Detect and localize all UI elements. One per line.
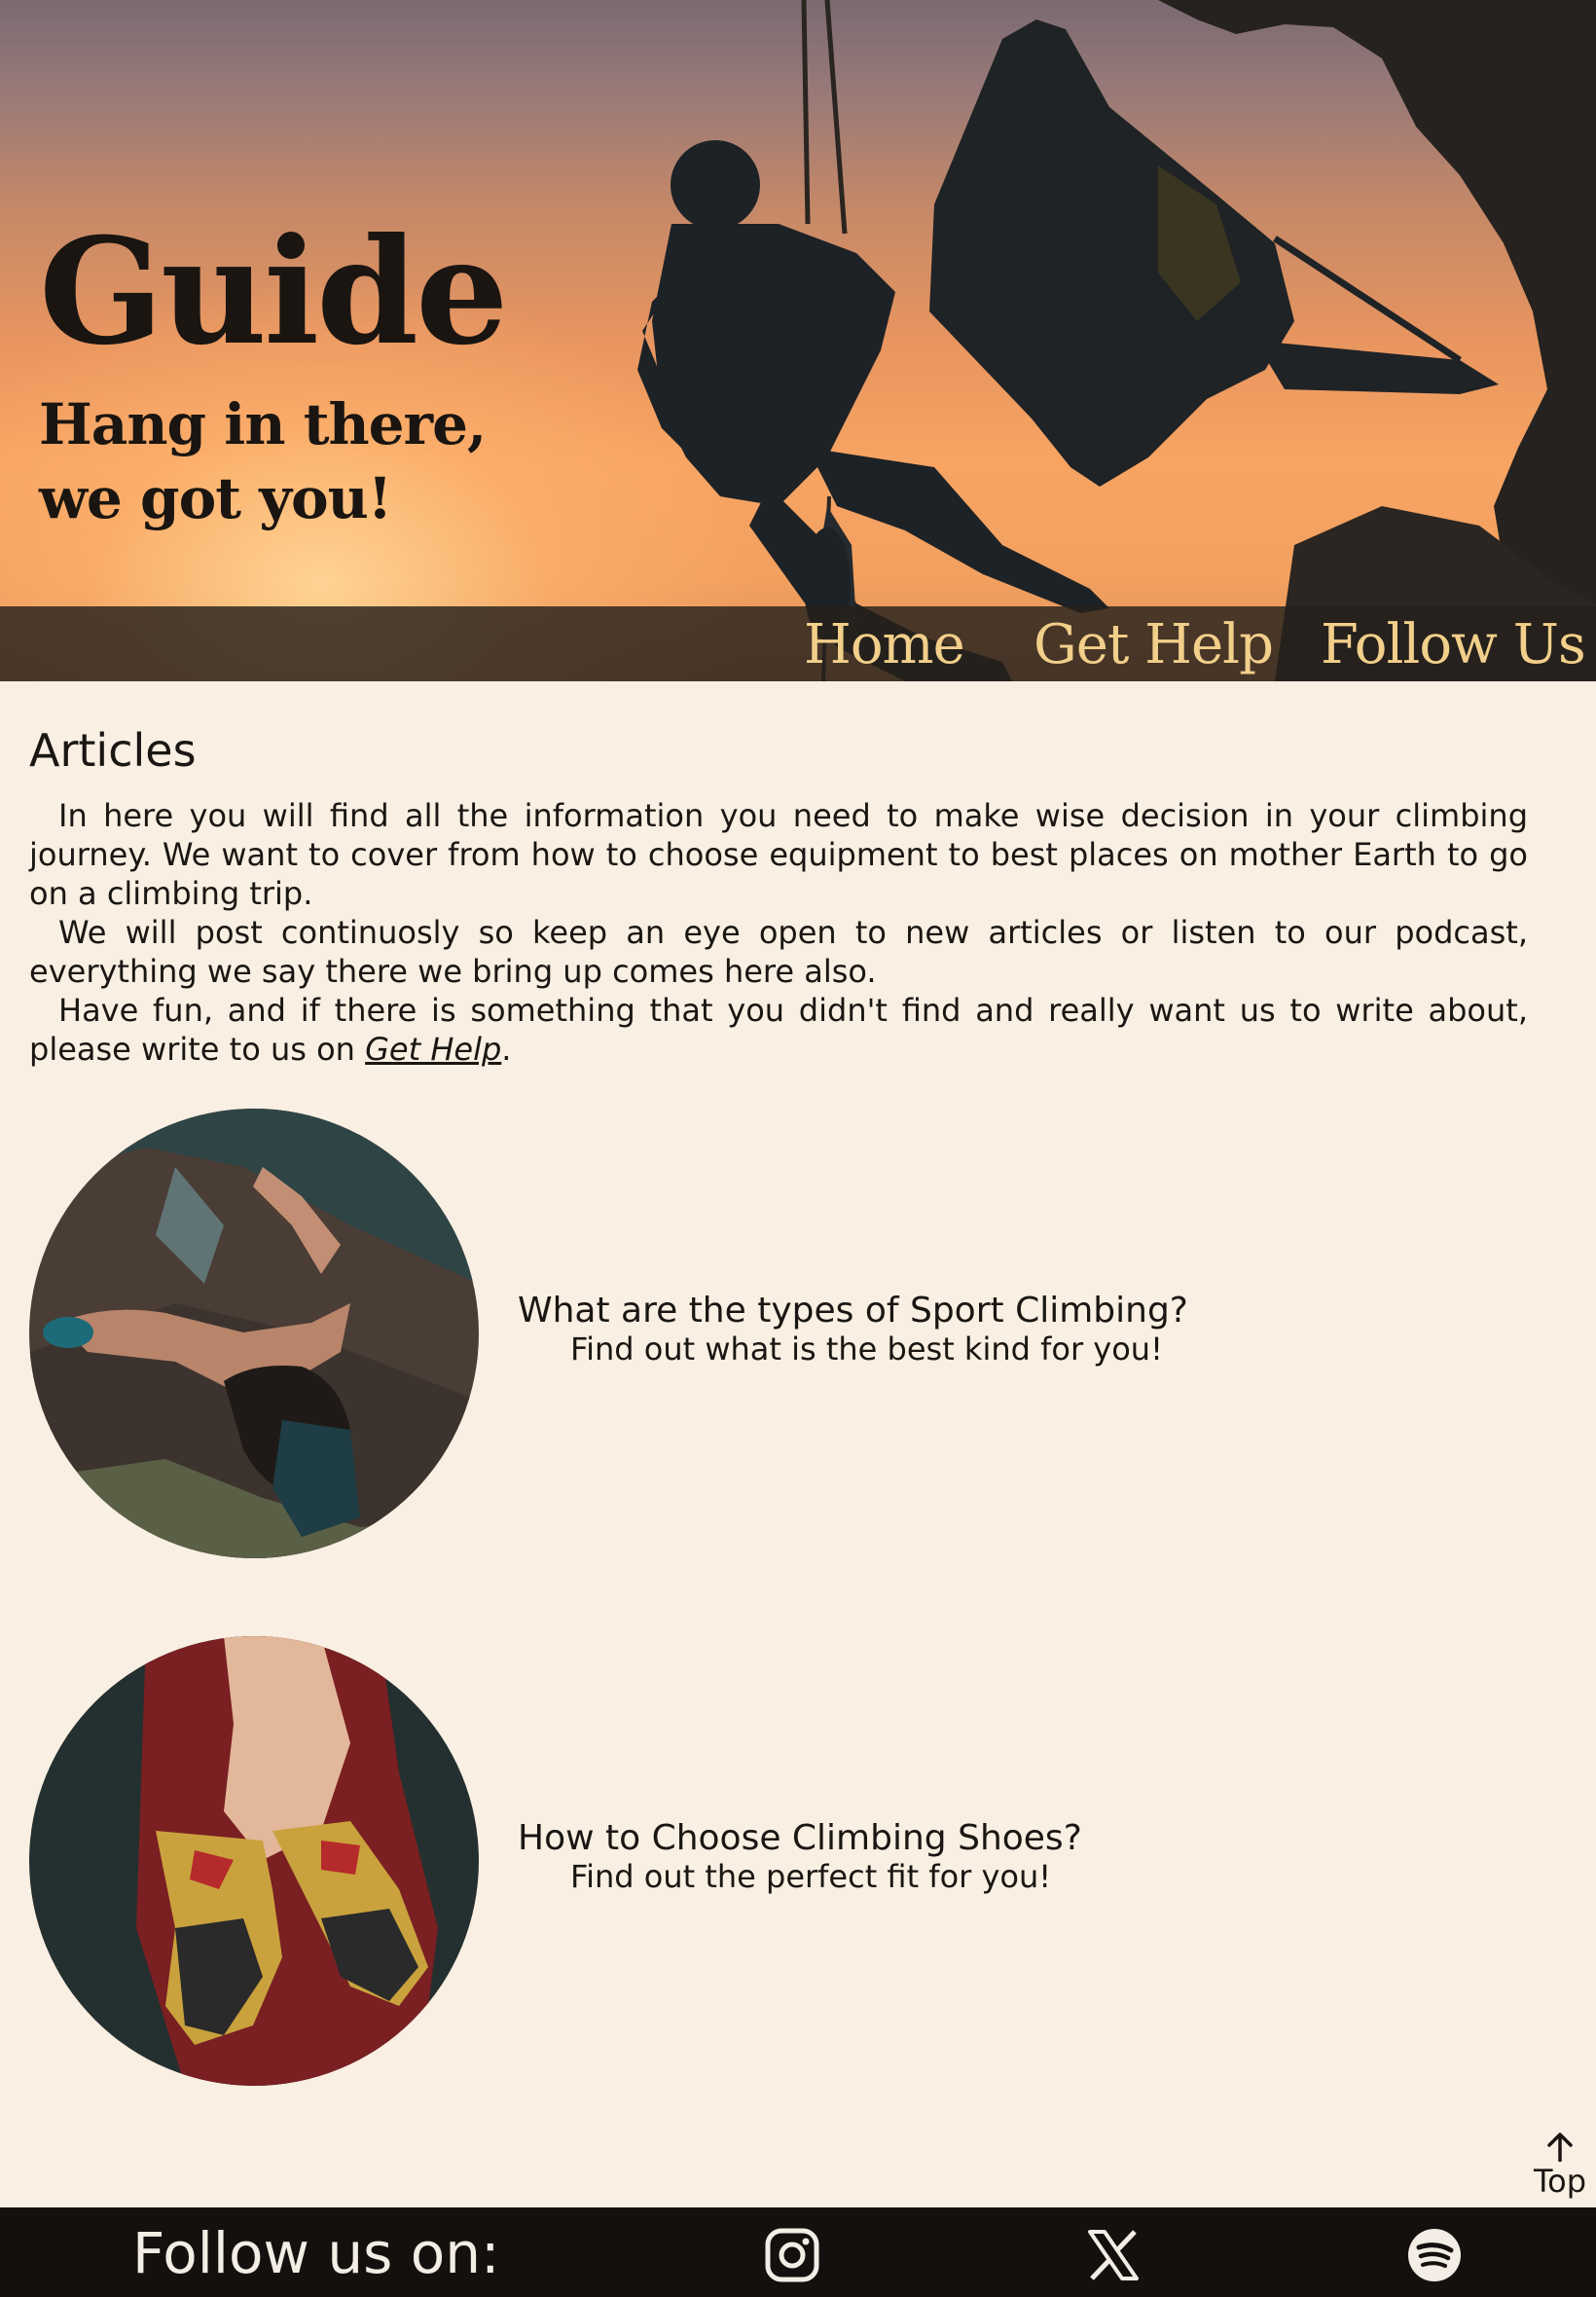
x-icon[interactable] — [1085, 2227, 1142, 2283]
articles-heading: Articles — [29, 724, 197, 777]
climbing-shoes-image — [29, 1636, 479, 2086]
article-description: Find out what is the best kind for you! — [570, 1331, 1163, 1367]
intro-paragraph-2: We will post continuosly so keep an eye … — [29, 914, 1528, 990]
back-to-top-button[interactable]: Top — [1524, 2130, 1596, 2198]
intro-paragraph-3-end: . — [501, 1031, 512, 1068]
bouldering-climber-image — [29, 1109, 479, 1558]
main-navigation: Home Get Help Follow Us — [0, 606, 1596, 681]
intro-paragraph-1: In here you will find all the informatio… — [29, 797, 1528, 912]
intro-paragraph-3-text: Have fun, and if there is something that… — [29, 992, 1528, 1068]
article-image-sport-climbing[interactable] — [29, 1109, 479, 1558]
article-card-sport-climbing: What are the types of Sport Climbing? Fi… — [518, 1292, 1394, 1368]
hero-title: Guide — [39, 206, 508, 378]
nav-link-get-help[interactable]: Get Help — [1034, 616, 1274, 675]
footer: Follow us on: — [0, 2207, 1596, 2297]
back-to-top-label: Top — [1534, 2163, 1586, 2200]
instagram-icon[interactable] — [764, 2227, 820, 2283]
intro-paragraph-3: Have fun, and if there is something that… — [29, 991, 1528, 1069]
article-description: Find out the perfect fit for you! — [570, 1858, 1052, 1895]
article-image-climbing-shoes[interactable] — [29, 1636, 479, 2086]
article-card-climbing-shoes: How to Choose Climbing Shoes? Find out t… — [518, 1819, 1394, 1896]
get-help-link[interactable]: Get Help — [365, 1031, 501, 1068]
article-title[interactable]: How to Choose Climbing Shoes? — [518, 1819, 1394, 1858]
arrow-up-icon — [1524, 2130, 1596, 2165]
article-title[interactable]: What are the types of Sport Climbing? — [518, 1292, 1394, 1331]
nav-link-follow-us[interactable]: Follow Us — [1321, 616, 1586, 675]
hero-subtitle: Hang in there, we got you! — [39, 391, 487, 531]
articles-intro: In here you will find all the informatio… — [29, 796, 1528, 1069]
spotify-icon[interactable] — [1406, 2227, 1463, 2283]
footer-follow-label: Follow us on: — [132, 2220, 500, 2286]
nav-link-home[interactable]: Home — [804, 616, 965, 675]
hero-banner: Guide Hang in there, we got you! Home Ge… — [0, 0, 1596, 681]
